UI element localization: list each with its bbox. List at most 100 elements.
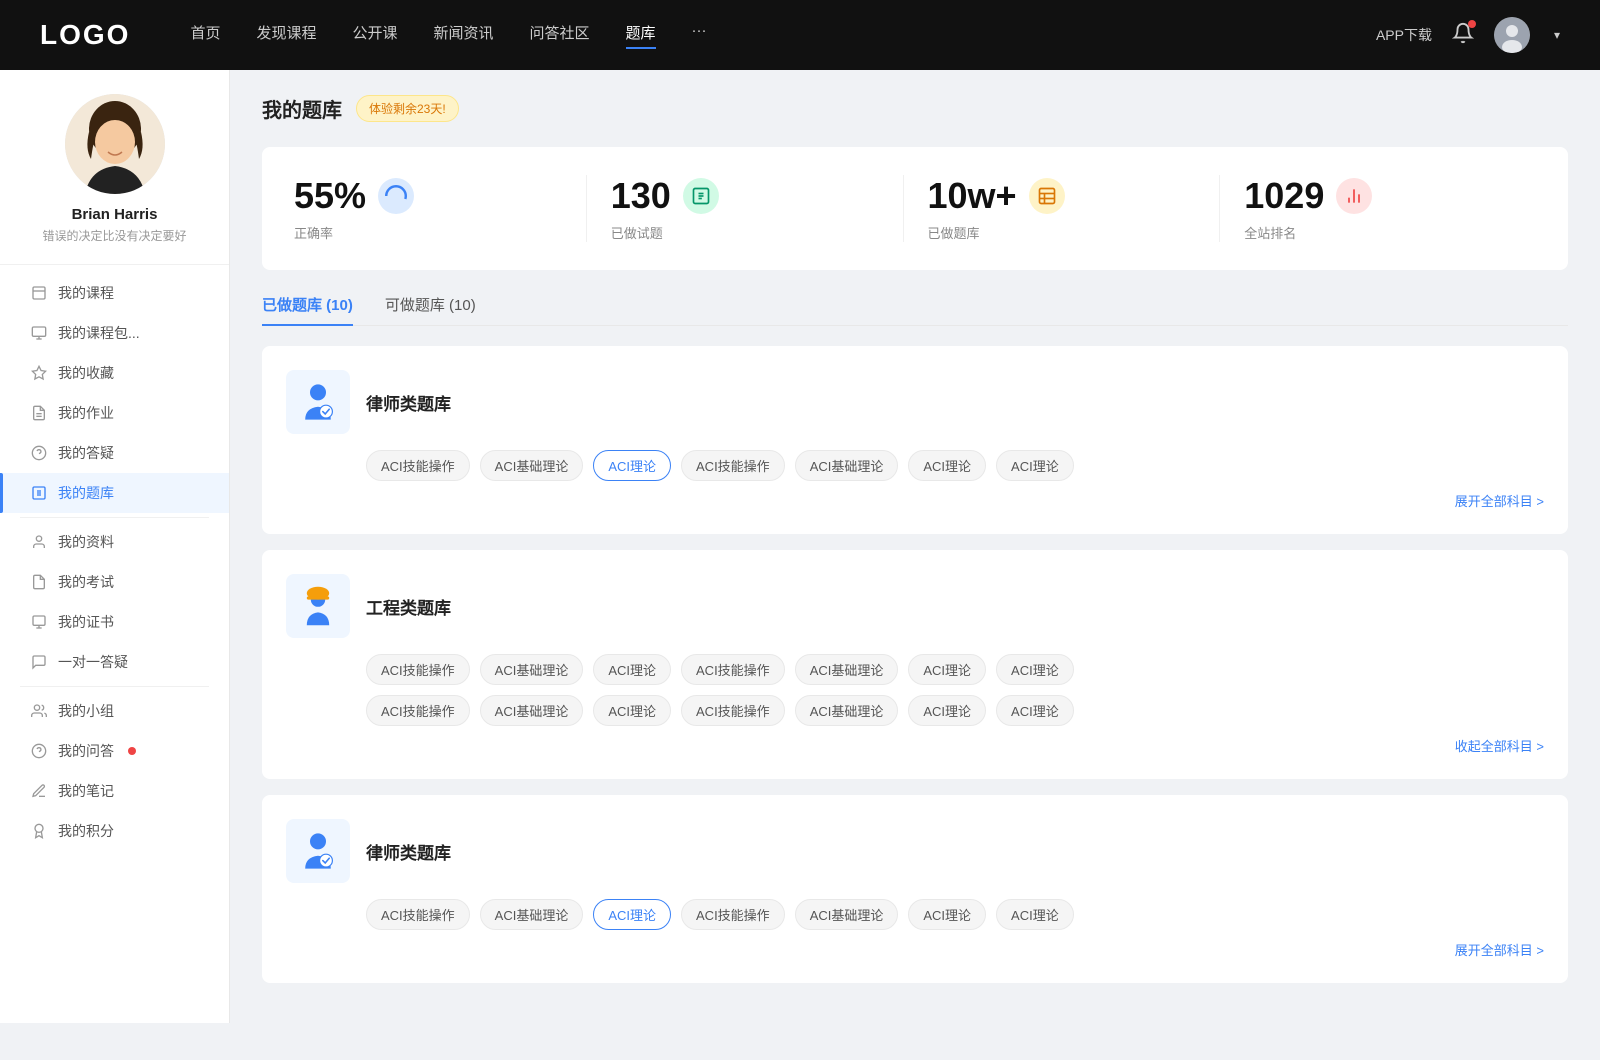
sidebar-label-my-group: 我的小组 <box>58 701 114 721</box>
bank-tags-row-3: ACI技能操作 ACI基础理论 ACI理论 ACI技能操作 ACI基础理论 AC… <box>286 899 1544 930</box>
tag-3-0[interactable]: ACI技能操作 <box>366 899 470 930</box>
bank-tags-row-2b: ACI技能操作 ACI基础理论 ACI理论 ACI技能操作 ACI基础理论 AC… <box>286 695 1544 726</box>
sidebar-item-my-exam[interactable]: 我的考试 <box>0 562 229 602</box>
notes-icon <box>30 782 48 800</box>
sidebar-label-my-qa: 我的答疑 <box>58 443 114 463</box>
sidebar-item-my-profile[interactable]: 我的资料 <box>0 522 229 562</box>
bank-title-3: 律师类题库 <box>366 839 451 864</box>
tag-1-4[interactable]: ACI基础理论 <box>795 450 899 481</box>
tag-3-5[interactable]: ACI理论 <box>908 899 986 930</box>
sidebar-item-my-course[interactable]: 我的课程 <box>0 273 229 313</box>
tab-available[interactable]: 可做题库 (10) <box>385 294 476 325</box>
sidebar-label-my-questions: 我的问答 <box>58 741 114 761</box>
notification-bell[interactable] <box>1452 22 1474 49</box>
page-header: 我的题库 体验剩余23天! <box>262 94 1568 123</box>
tag-1-6[interactable]: ACI理论 <box>996 450 1074 481</box>
sidebar-label-my-course: 我的课程 <box>58 283 114 303</box>
tag-1-0[interactable]: ACI技能操作 <box>366 450 470 481</box>
sidebar-item-my-cert[interactable]: 我的证书 <box>0 602 229 642</box>
done-questions-icon <box>683 178 719 214</box>
nav-discover[interactable]: 发现课程 <box>256 22 316 49</box>
tag-2b-5[interactable]: ACI理论 <box>908 695 986 726</box>
stats-card: 55% 正确率 130 已 <box>262 147 1568 270</box>
done-questions-value: 130 <box>611 175 671 217</box>
one-on-one-icon <box>30 653 48 671</box>
tag-1-3[interactable]: ACI技能操作 <box>681 450 785 481</box>
stat-done-questions-row: 130 <box>611 175 719 217</box>
main-layout: Brian Harris 错误的决定比没有决定要好 我的课程 我的课程包... <box>0 70 1600 1023</box>
tag-1-1[interactable]: ACI基础理论 <box>480 450 584 481</box>
sidebar-item-my-notes[interactable]: 我的笔记 <box>0 771 229 811</box>
bank-card-lawyer-1: 律师类题库 ACI技能操作 ACI基础理论 ACI理论 ACI技能操作 ACI基… <box>262 346 1568 534</box>
sidebar-label-my-exam: 我的考试 <box>58 572 114 592</box>
tag-2-3[interactable]: ACI技能操作 <box>681 654 785 685</box>
tag-2-4[interactable]: ACI基础理论 <box>795 654 899 685</box>
sidebar-item-my-favorites[interactable]: 我的收藏 <box>0 353 229 393</box>
collapse-link-2[interactable]: 收起全部科目 > <box>286 736 1544 755</box>
sidebar-item-my-questions[interactable]: 我的问答 <box>0 731 229 771</box>
nav-open-course[interactable]: 公开课 <box>352 22 397 49</box>
tag-2b-2[interactable]: ACI理论 <box>593 695 671 726</box>
tag-2-6[interactable]: ACI理论 <box>996 654 1074 685</box>
tag-3-3[interactable]: ACI技能操作 <box>681 899 785 930</box>
sidebar: Brian Harris 错误的决定比没有决定要好 我的课程 我的课程包... <box>0 70 230 1023</box>
tag-2-1[interactable]: ACI基础理论 <box>480 654 584 685</box>
sidebar-item-my-question-bank[interactable]: 我的题库 <box>0 473 229 513</box>
tag-2-0[interactable]: ACI技能操作 <box>366 654 470 685</box>
tag-1-2[interactable]: ACI理论 <box>593 450 671 481</box>
sidebar-label-my-course-package: 我的课程包... <box>58 323 140 343</box>
done-questions-label: 已做试题 <box>611 223 663 242</box>
user-avatar <box>65 94 165 194</box>
sidebar-label-my-question-bank: 我的题库 <box>58 483 114 503</box>
tag-3-2[interactable]: ACI理论 <box>593 899 671 930</box>
sidebar-label-my-points: 我的积分 <box>58 821 114 841</box>
exam-icon <box>30 573 48 591</box>
tag-2b-1[interactable]: ACI基础理论 <box>480 695 584 726</box>
bank-tags-row-1: ACI技能操作 ACI基础理论 ACI理论 ACI技能操作 ACI基础理论 AC… <box>286 450 1544 481</box>
sidebar-item-my-homework[interactable]: 我的作业 <box>0 393 229 433</box>
expand-link-1[interactable]: 展开全部科目 > <box>286 491 1544 510</box>
bank-card-lawyer-2: 律师类题库 ACI技能操作 ACI基础理论 ACI理论 ACI技能操作 ACI基… <box>262 795 1568 983</box>
done-banks-value: 10w+ <box>928 175 1017 217</box>
tag-2b-0[interactable]: ACI技能操作 <box>366 695 470 726</box>
question-bank-icon <box>30 484 48 502</box>
notification-dot <box>1468 20 1476 28</box>
bank-card-header-3: 律师类题库 <box>286 819 1544 883</box>
bank-card-engineer: 工程类题库 ACI技能操作 ACI基础理论 ACI理论 ACI技能操作 ACI基… <box>262 550 1568 779</box>
tag-3-6[interactable]: ACI理论 <box>996 899 1074 930</box>
tag-3-4[interactable]: ACI基础理论 <box>795 899 899 930</box>
chevron-down-icon[interactable]: ▾ <box>1554 28 1560 42</box>
stat-accuracy: 55% 正确率 <box>294 175 587 242</box>
tag-2-5[interactable]: ACI理论 <box>908 654 986 685</box>
nav-question-bank[interactable]: 题库 <box>626 22 656 49</box>
nav-qa[interactable]: 问答社区 <box>530 22 590 49</box>
nav-news[interactable]: 新闻资讯 <box>434 22 494 49</box>
sidebar-item-my-group[interactable]: 我的小组 <box>0 691 229 731</box>
sidebar-label-my-homework: 我的作业 <box>58 403 114 423</box>
course-package-icon <box>30 324 48 342</box>
favorites-icon <box>30 364 48 382</box>
navbar: LOGO 首页 发现课程 公开课 新闻资讯 问答社区 题库 ··· APP下载 … <box>0 0 1600 70</box>
tag-2b-3[interactable]: ACI技能操作 <box>681 695 785 726</box>
avatar[interactable] <box>1494 17 1530 53</box>
sidebar-item-one-on-one[interactable]: 一对一答疑 <box>0 642 229 682</box>
nav-home[interactable]: 首页 <box>190 22 220 49</box>
logo: LOGO <box>40 19 130 51</box>
tag-2b-6[interactable]: ACI理论 <box>996 695 1074 726</box>
rank-icon <box>1336 178 1372 214</box>
tag-3-1[interactable]: ACI基础理论 <box>480 899 584 930</box>
tag-1-5[interactable]: ACI理论 <box>908 450 986 481</box>
bank-icon-lawyer-1 <box>286 370 350 434</box>
points-icon <box>30 822 48 840</box>
expand-link-3[interactable]: 展开全部科目 > <box>286 940 1544 959</box>
tag-2b-4[interactable]: ACI基础理论 <box>795 695 899 726</box>
tag-2-2[interactable]: ACI理论 <box>593 654 671 685</box>
sidebar-item-my-course-package[interactable]: 我的课程包... <box>0 313 229 353</box>
sidebar-item-my-points[interactable]: 我的积分 <box>0 811 229 851</box>
app-download-button[interactable]: APP下载 <box>1376 25 1432 45</box>
nav-more[interactable]: ··· <box>692 22 707 49</box>
sidebar-item-my-qa[interactable]: 我的答疑 <box>0 433 229 473</box>
tab-done[interactable]: 已做题库 (10) <box>262 294 353 325</box>
page-title: 我的题库 <box>262 94 342 123</box>
profile-section: Brian Harris 错误的决定比没有决定要好 <box>0 94 229 265</box>
